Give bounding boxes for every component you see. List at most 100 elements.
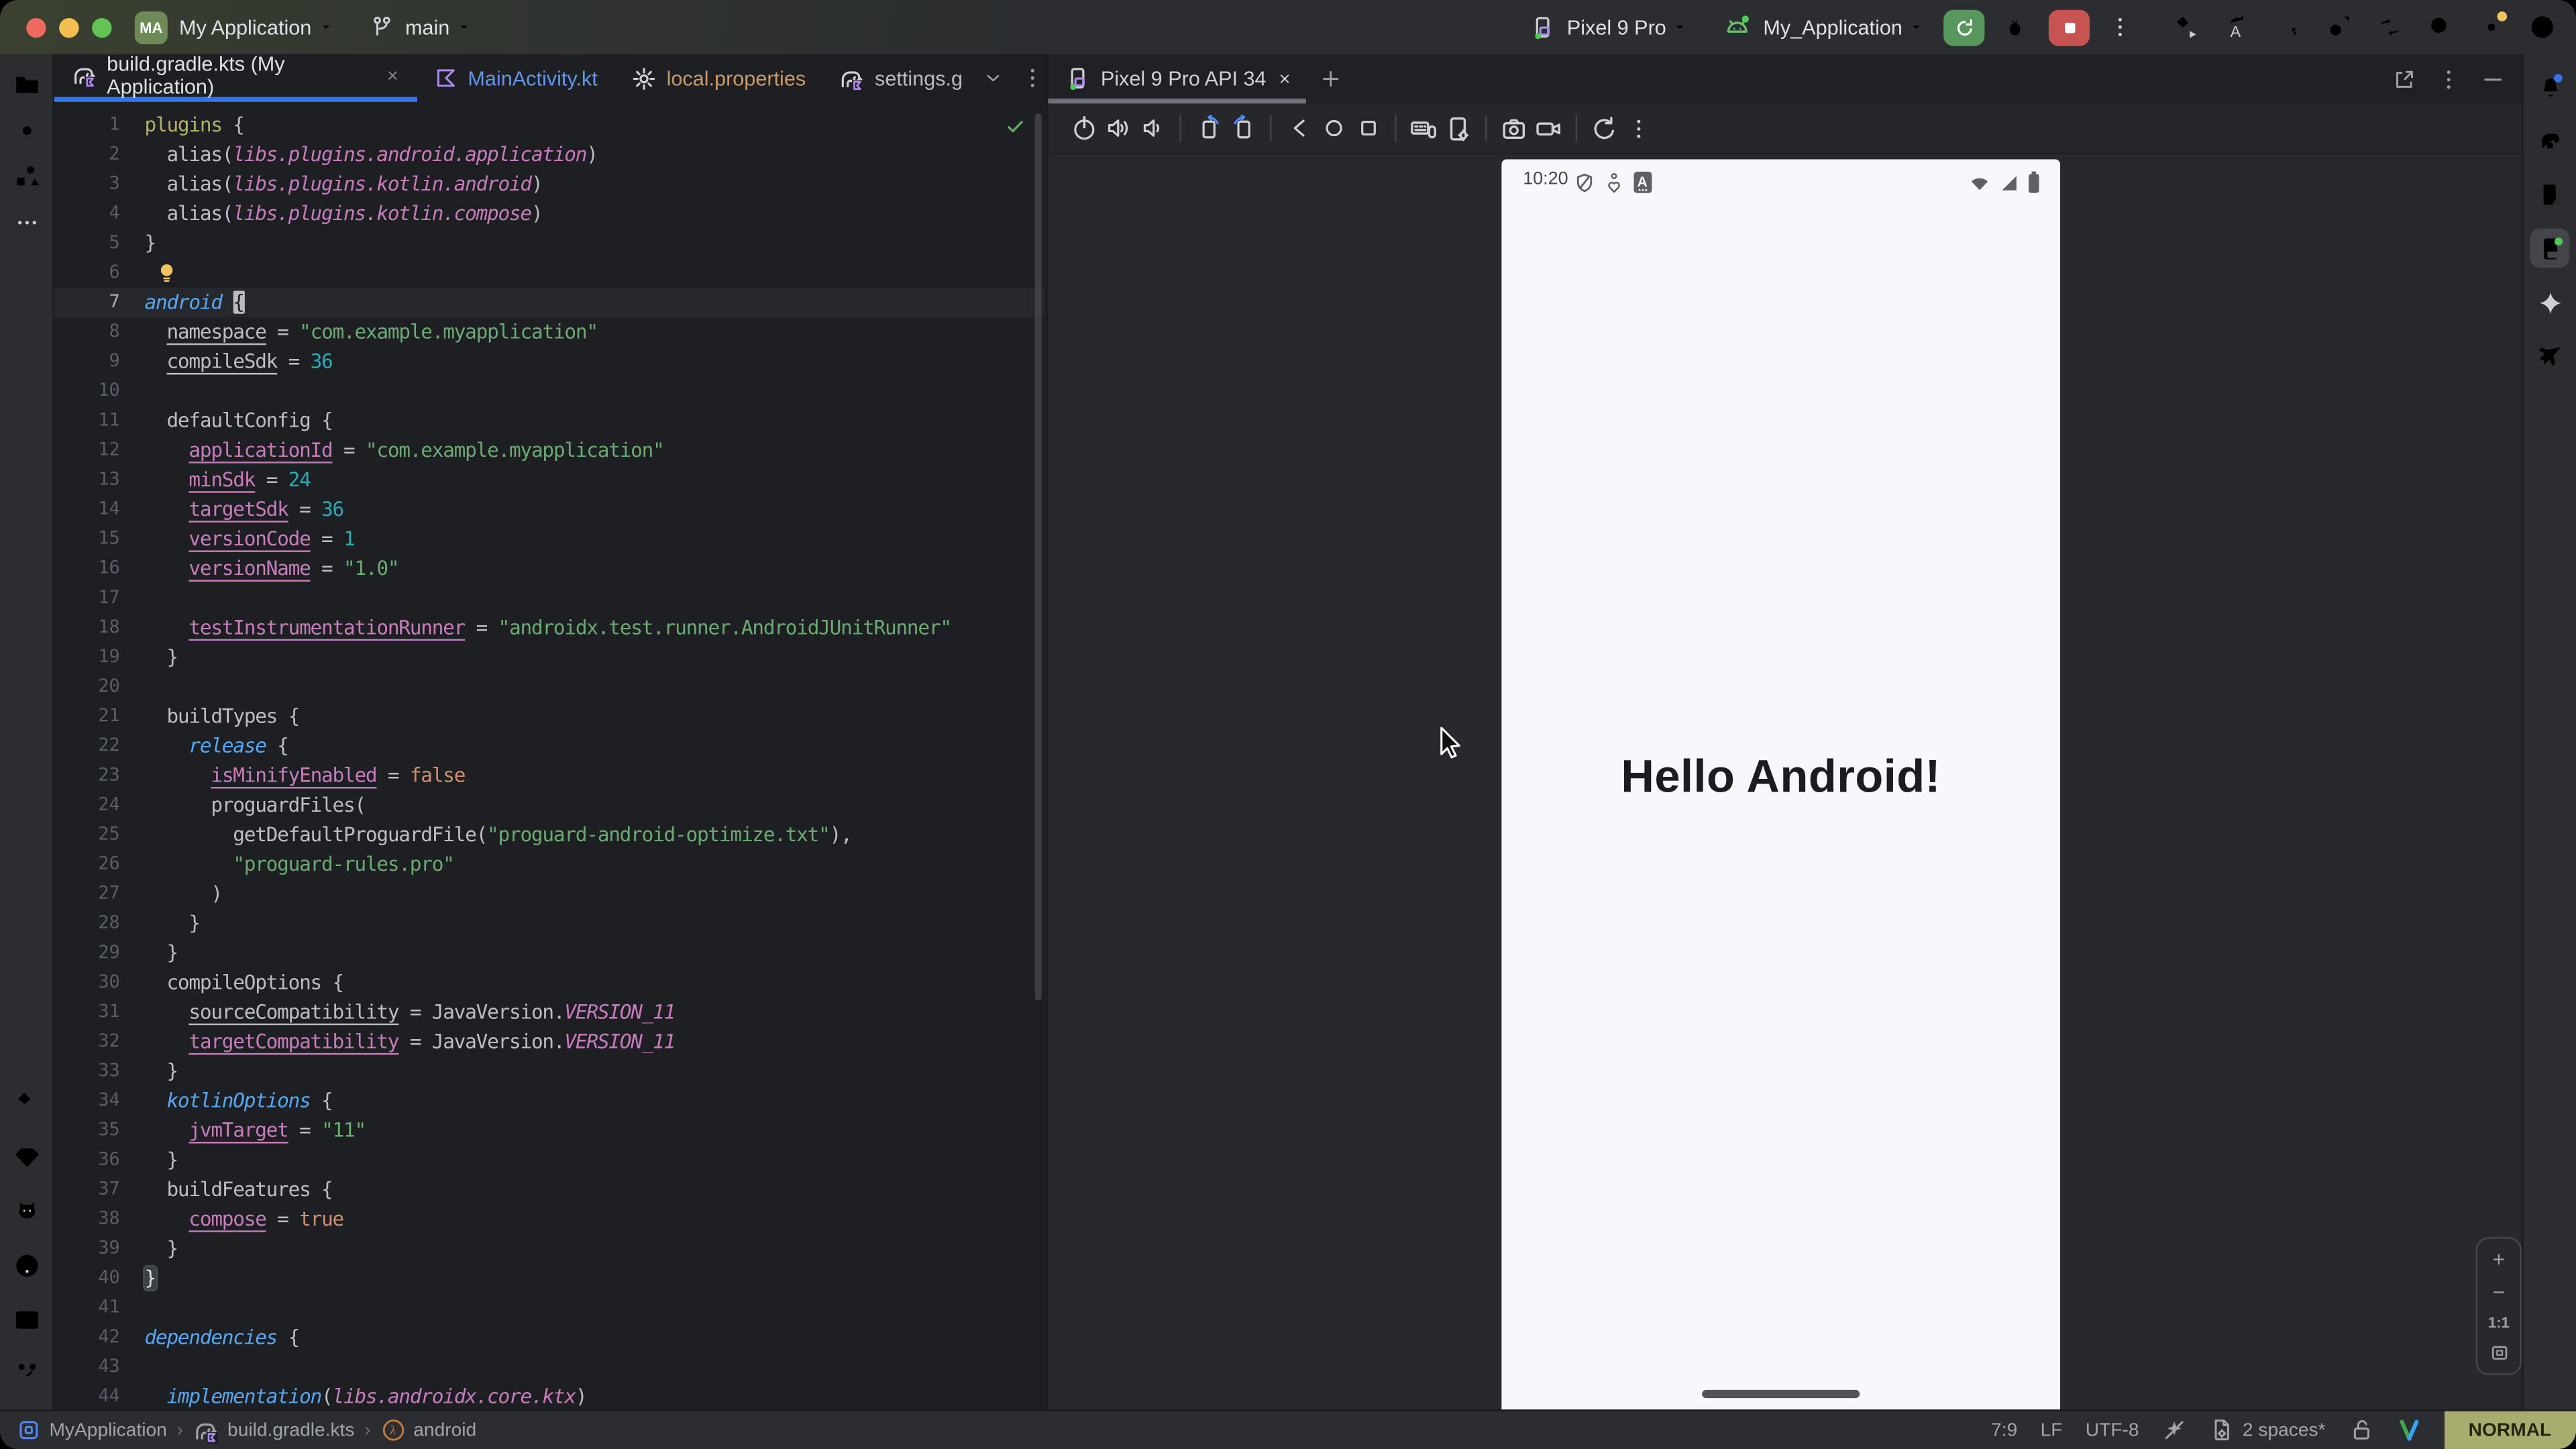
gesture-navigation-bar[interactable] <box>1702 1390 1860 1397</box>
zoom-out-button[interactable]: − <box>2493 1281 2506 1303</box>
code-line-28[interactable]: 28 } <box>54 908 1045 938</box>
run-config-selector[interactable]: My_Application <box>1724 13 1924 42</box>
editor-scrollbar[interactable] <box>1035 113 1042 1000</box>
volume-up-button[interactable] <box>1101 111 1135 145</box>
sidebar-item-notifications[interactable] <box>2530 66 2569 105</box>
debug-button[interactable] <box>1993 6 2036 49</box>
hide-panel-button[interactable] <box>2481 66 2506 91</box>
sidebar-item-more-tool-windows[interactable] <box>7 202 46 241</box>
zoom-actual-size-button[interactable]: 1:1 <box>2488 1314 2510 1330</box>
editor-tab-MainActivity.kt[interactable]: MainActivity.kt <box>417 54 614 102</box>
code-line-14[interactable]: 14 targetSdk = 36 <box>54 494 1045 524</box>
rotate-left-button[interactable] <box>1191 111 1226 145</box>
code-line-42[interactable]: 42dependencies { <box>54 1322 1045 1352</box>
file-encoding[interactable]: UTF-8 <box>2086 1420 2139 1440</box>
sidebar-item-running-devices[interactable] <box>2530 228 2569 268</box>
code-line-27[interactable]: 27 ) <box>54 879 1045 908</box>
ai-assistant-off[interactable] <box>2162 1417 2187 1442</box>
code-line-16[interactable]: 16 versionName = "1.0" <box>54 553 1045 583</box>
search-everywhere-button[interactable] <box>2418 6 2461 49</box>
intention-bulb-icon[interactable] <box>156 261 178 284</box>
volume-down-button[interactable] <box>1135 111 1169 145</box>
record-button[interactable] <box>1531 111 1565 145</box>
breadcrumb-item-build.gradle.kts[interactable]: build.gradle.kts <box>193 1417 355 1443</box>
caret-position[interactable]: 7:9 <box>1991 1420 2017 1440</box>
code-line-6[interactable]: 6 <box>54 258 1045 287</box>
overview-button[interactable] <box>1350 111 1385 145</box>
screenshot-button[interactable] <box>1497 111 1531 145</box>
sync-button[interactable] <box>2367 6 2410 49</box>
code-editor[interactable]: 1plugins {2 alias(libs.plugins.android.a… <box>54 103 1045 1409</box>
code-line-10[interactable]: 10 <box>54 376 1045 406</box>
code-line-25[interactable]: 25 getDefaultProguardFile("proguard-andr… <box>54 820 1045 849</box>
build-button[interactable] <box>2163 6 2206 49</box>
close-icon[interactable] <box>1276 70 1292 87</box>
close-icon[interactable] <box>384 67 400 83</box>
code-line-7[interactable]: 7android { <box>54 288 1045 317</box>
account-button[interactable] <box>2520 6 2563 49</box>
code-line-13[interactable]: 13 minSdk = 24 <box>54 465 1045 494</box>
attach-debugger-button[interactable] <box>2316 6 2359 49</box>
sidebar-item-problems[interactable] <box>7 1245 46 1285</box>
code-line-39[interactable]: 39 } <box>54 1234 1045 1263</box>
apply-changes-button[interactable]: A <box>2214 6 2257 49</box>
settings-button[interactable] <box>2469 6 2512 49</box>
code-line-43[interactable]: 43 <box>54 1352 1045 1382</box>
code-line-3[interactable]: 3 alias(libs.plugins.kotlin.android) <box>54 169 1045 199</box>
ideavim[interactable] <box>2396 1417 2421 1442</box>
emulator-screen[interactable]: 10:20 A Hello Android! <box>1501 160 2060 1410</box>
inspections-ok-icon[interactable] <box>1006 117 1025 136</box>
show-hidden-tabs-button[interactable] <box>982 67 1004 89</box>
device-settings-button[interactable] <box>1441 111 1475 145</box>
sidebar-item-gemini[interactable] <box>7 1137 46 1177</box>
code-line-36[interactable]: 36 } <box>54 1145 1045 1175</box>
editor-tab-local.properties[interactable]: local.properties <box>614 54 822 102</box>
rerun-button[interactable] <box>1943 9 1984 45</box>
code-line-33[interactable]: 33 } <box>54 1057 1045 1086</box>
more-v-button[interactable] <box>1621 111 1656 145</box>
sidebar-item-version-control[interactable] <box>7 1354 46 1393</box>
code-line-12[interactable]: 12 applicationId = "com.example.myapplic… <box>54 435 1045 465</box>
sidebar-item-gradle[interactable] <box>2530 120 2569 160</box>
zoom-window-button[interactable] <box>92 17 111 37</box>
code-line-19[interactable]: 19 } <box>54 643 1045 672</box>
line-separator[interactable]: LF <box>2041 1420 2063 1440</box>
code-line-8[interactable]: 8 namespace = "com.example.myapplication… <box>54 317 1045 347</box>
code-line-26[interactable]: 26 "proguard-rules.pro" <box>54 849 1045 879</box>
code-line-17[interactable]: 17 <box>54 583 1045 612</box>
file-lock[interactable] <box>2349 1417 2373 1442</box>
code-line-23[interactable]: 23 isMinifyEnabled = false <box>54 761 1045 790</box>
sidebar-item-logcat[interactable] <box>7 1191 46 1231</box>
sidebar-item-build-tool[interactable] <box>7 1083 46 1122</box>
code-line-29[interactable]: 29 } <box>54 938 1045 967</box>
code-line-35[interactable]: 35 jvmTarget = "11" <box>54 1116 1045 1145</box>
project-icon[interactable]: MA <box>135 11 168 44</box>
close-window-button[interactable] <box>26 17 46 37</box>
sidebar-item-structure[interactable] <box>7 156 46 196</box>
sidebar-item-terminal[interactable] <box>7 1299 46 1339</box>
add-device-button[interactable] <box>1319 67 1342 90</box>
project-name-widget[interactable]: My Application <box>179 15 311 38</box>
code-line-5[interactable]: 5} <box>54 228 1045 258</box>
power-button[interactable] <box>1066 111 1100 145</box>
code-line-4[interactable]: 4 alias(libs.plugins.kotlin.compose) <box>54 199 1045 228</box>
profiler-button[interactable] <box>2265 6 2308 49</box>
rotate-right-button[interactable] <box>1226 111 1260 145</box>
home-button[interactable] <box>1316 111 1350 145</box>
code-line-24[interactable]: 24 proguardFiles( <box>54 790 1045 820</box>
code-line-32[interactable]: 32 targetCompatibility = JavaVersion.VER… <box>54 1027 1045 1057</box>
code-line-41[interactable]: 41 <box>54 1293 1045 1322</box>
editor-tab-settings.g[interactable]: settings.g <box>822 54 979 102</box>
sidebar-item-commit[interactable] <box>7 110 46 150</box>
code-line-21[interactable]: 21 buildTypes { <box>54 702 1045 731</box>
code-line-34[interactable]: 34 kotlinOptions { <box>54 1086 1045 1116</box>
device-tab[interactable]: Pixel 9 Pro API 34 <box>1048 54 1305 103</box>
sidebar-item-device-manager[interactable] <box>2530 174 2569 214</box>
code-line-37[interactable]: 37 buildFeatures { <box>54 1175 1045 1204</box>
code-line-31[interactable]: 31 sourceCompatibility = JavaVersion.VER… <box>54 998 1045 1027</box>
code-line-11[interactable]: 11 defaultConfig { <box>54 406 1045 435</box>
device-selector[interactable]: Pixel 9 Pro <box>1529 14 1687 40</box>
tab-options-button[interactable] <box>1020 66 1045 91</box>
indent-style[interactable]: 2 spaces* <box>2210 1417 2326 1442</box>
input-keyboard-button[interactable] <box>1406 111 1440 145</box>
